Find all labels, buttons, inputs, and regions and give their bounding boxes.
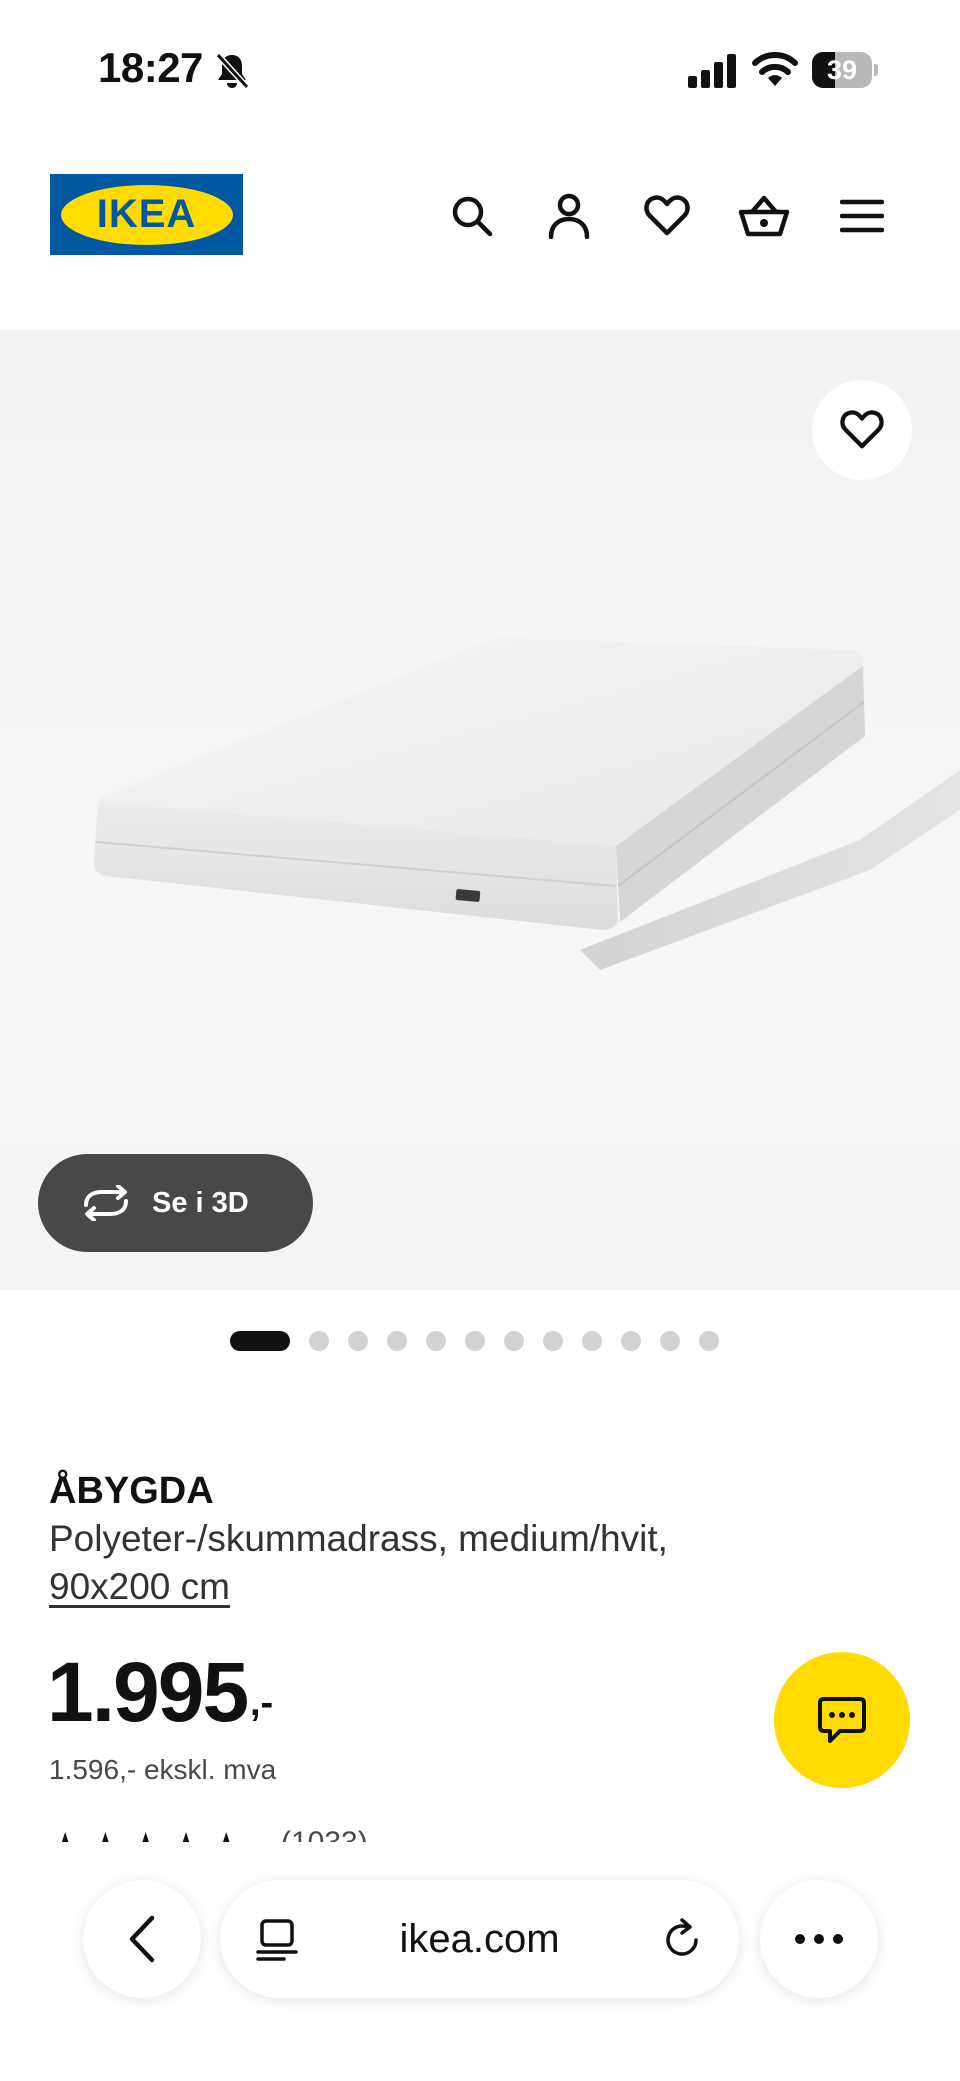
pagination-dot-active[interactable] [230, 1331, 290, 1351]
search-icon [452, 196, 493, 237]
pagination-dot[interactable] [309, 1331, 329, 1351]
pagination-dot[interactable] [621, 1331, 641, 1351]
search-button[interactable] [446, 190, 498, 242]
status-bar: 18:27 39 [0, 0, 960, 140]
mattress-product-image [94, 637, 960, 970]
heart-icon [840, 410, 884, 449]
pagination-dot[interactable] [582, 1331, 602, 1351]
signal-icon [688, 54, 736, 88]
basket-icon [738, 195, 790, 237]
battery-level: 39 [826, 55, 858, 85]
status-time: 18:27 [98, 44, 203, 91]
gallery-pagination[interactable] [0, 1329, 960, 1351]
pagination-dot[interactable] [387, 1331, 407, 1351]
pagination-dot[interactable] [660, 1331, 680, 1351]
chat-button[interactable] [774, 1652, 910, 1788]
product-price: 1.995 [47, 1645, 249, 1739]
pagination-dot[interactable] [426, 1331, 446, 1351]
view-in-3d-label: Se i 3D [152, 1186, 249, 1219]
rating-count: (1033) [281, 1828, 368, 1842]
product-rating[interactable]: ★★★★★ (1033) [49, 1828, 449, 1842]
menu-icon [840, 199, 884, 233]
logo-text: IKEA [96, 192, 197, 236]
browser-address-bar[interactable]: ikea.com [220, 1880, 739, 1998]
price-excl-vat: 1.596,- ekskl. mva [49, 1754, 277, 1785]
price-suffix: ,- [250, 1682, 274, 1724]
pagination-dot[interactable] [465, 1331, 485, 1351]
heart-icon [644, 195, 690, 236]
wifi-icon [752, 52, 798, 86]
account-icon [548, 193, 590, 239]
browser-back-button[interactable] [83, 1880, 201, 1998]
chevron-left-icon [129, 1915, 155, 1963]
more-icon [795, 1934, 843, 1944]
pagination-dot[interactable] [543, 1331, 563, 1351]
view-in-3d-button[interactable]: Se i 3D [38, 1154, 313, 1252]
pagination-dot[interactable] [348, 1331, 368, 1351]
basket-button[interactable] [738, 190, 790, 242]
bell-off-icon [215, 52, 250, 90]
reload-icon[interactable] [660, 1918, 704, 1962]
rating-stars: ★★★★★ [49, 1828, 250, 1842]
product-image-gallery[interactable]: Se i 3D [0, 330, 960, 1290]
rotate-3d-icon [84, 1185, 128, 1221]
product-description: Polyeter-/skummadrass, medium/hvit, [49, 1518, 668, 1559]
chat-icon [818, 1697, 866, 1743]
pagination-dot[interactable] [699, 1331, 719, 1351]
battery-indicator: 39 [812, 52, 878, 88]
favourites-button[interactable] [641, 190, 693, 242]
browser-toolbar: ikea.com [0, 1856, 960, 2081]
ikea-logo[interactable]: IKEA [50, 174, 243, 255]
site-header: IKEA [0, 140, 960, 330]
account-button[interactable] [543, 190, 595, 242]
pagination-dot[interactable] [504, 1331, 524, 1351]
menu-button[interactable] [836, 190, 888, 242]
product-size-link[interactable]: 90x200 cm [49, 1566, 230, 1608]
add-to-favourites-button[interactable] [812, 380, 912, 480]
product-name: ÅBYGDA [49, 1470, 214, 1512]
browser-more-button[interactable] [760, 1880, 878, 1998]
